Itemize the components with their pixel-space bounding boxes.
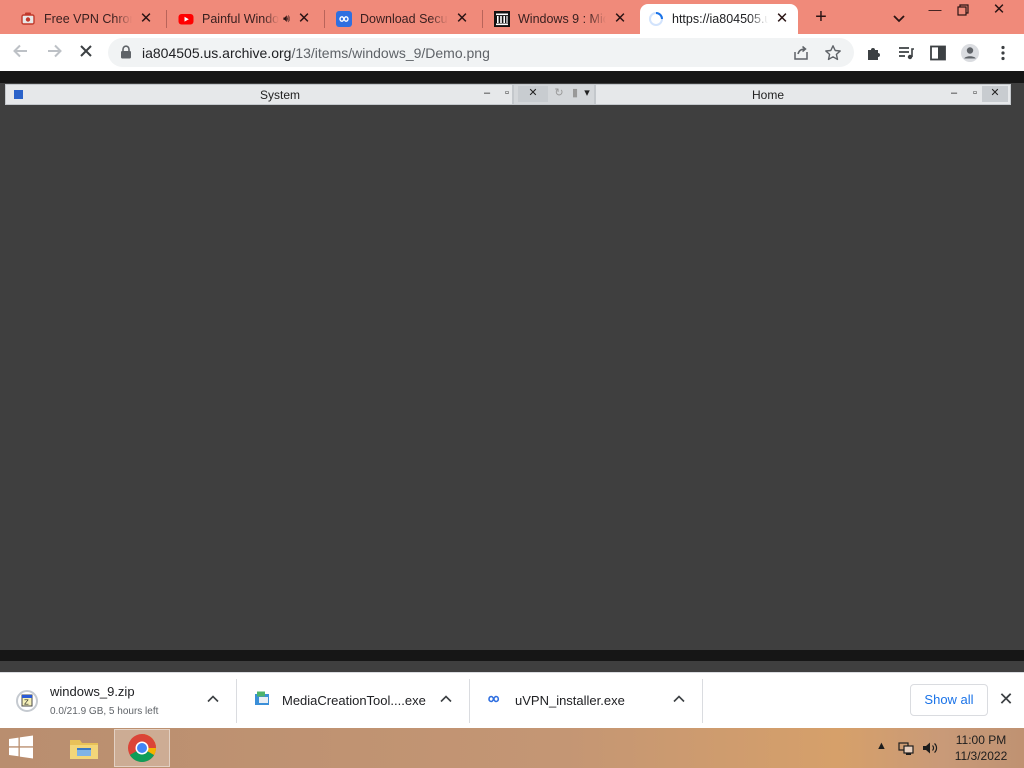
share-icon[interactable] [792,44,810,62]
address-bar[interactable]: ia804505.us.archive.org/13/items/windows… [108,38,854,67]
media-queue-icon[interactable] [896,43,916,63]
url-text[interactable]: ia804505.us.archive.org/13/items/windows… [142,45,490,61]
close-shelf-icon[interactable]: ✕ [996,689,1016,709]
close-window-button[interactable]: ✕ [982,0,1016,22]
close-tab-icon[interactable]: ✕ [296,11,312,27]
windows-taskbar: ▲ 11:00 PM 11/3/2022 [0,728,1024,768]
back-button[interactable] [9,41,33,65]
network-icon[interactable] [898,740,914,756]
new-tab-button[interactable]: + [810,7,832,29]
shelf-separator [702,679,703,723]
home-window-titlebar[interactable]: Home – ▫ ✕ [595,84,1011,105]
download-status: 0.0/21.9 GB, 5 hours left [50,706,159,717]
download-item-mediacreationtool[interactable]: MediaCreationTool....exe [254,679,460,723]
clock-time: 11:00 PM [955,733,1007,747]
tab-title: Windows 9 : Micr [518,12,606,26]
youtube-favicon-icon [178,11,194,27]
download-item-uvpn[interactable]: uVPN_installer.exe [486,679,692,723]
url-host: ia804505.us.archive.org [142,45,292,61]
tab-separator [166,10,167,28]
chevron-up-icon[interactable] [438,691,454,707]
infinity-icon [486,690,506,710]
stop-x-icon [80,45,92,57]
vpn-favicon-icon [20,11,36,27]
system-minimize-icon[interactable]: – [478,86,496,102]
system-close-icon[interactable]: ✕ [518,86,548,102]
shelf-separator [469,679,470,723]
side-panel-icon[interactable] [928,43,948,63]
tab-search-chevron-icon[interactable] [890,9,908,27]
system-window-close-area[interactable]: ✕ ↻ ▮ ▾ [513,84,595,105]
download-filename: uVPN_installer.exe [515,693,625,708]
chevron-up-icon[interactable] [671,691,687,707]
tab-strip: Free VPN Chrome ✕ Painful Windows 🔊︎ ✕ D… [0,0,1024,34]
tab-separator [324,10,325,28]
tab-painful-windows[interactable]: Painful Windows 🔊︎ ✕ [170,4,320,34]
home-minimize-icon[interactable]: – [945,86,963,102]
download-filename: MediaCreationTool....exe [282,693,426,708]
home-window-title: Home [752,88,785,102]
image-bottom-border [0,650,1024,661]
download-item-windows9[interactable]: Z windows_9.zip 0.0/21.9 GB, 5 hours lef… [16,679,226,723]
close-tab-icon[interactable]: ✕ [138,11,154,27]
archive-favicon-icon [494,11,510,27]
file-explorer-taskbar-button[interactable] [56,729,112,767]
folder-icon [70,740,98,759]
tab-title: Download Secure [360,12,448,26]
installer-icon [254,690,274,710]
chrome-taskbar-button[interactable] [114,729,170,767]
bookmark-star-icon[interactable] [824,44,842,62]
url-path: /13/items/windows_9/Demo.png [291,45,490,61]
forward-arrow-icon [48,44,62,58]
tab-title: Free VPN Chrome [44,12,132,26]
close-tab-icon[interactable]: ✕ [612,11,628,27]
chevron-up-icon[interactable] [205,691,221,707]
tab-windows-9[interactable]: Windows 9 : Micr ✕ [486,4,636,34]
clock-date: 11/3/2022 [954,749,1008,763]
close-tab-icon[interactable]: ✕ [454,11,470,27]
volume-speaker-icon[interactable] [921,740,939,756]
zip-icon: Z [16,690,38,712]
page-content[interactable]: System – ▫ ✕ ↻ ▮ ▾ Home – ▫ ✕ [0,71,1024,661]
home-close-icon[interactable]: ✕ [982,86,1008,102]
svg-text:Z: Z [24,699,29,707]
tab-separator [482,10,483,28]
speaker-icon[interactable]: 🔊︎ [283,13,290,26]
shelf-separator [236,679,237,723]
system-window-icon [14,90,23,99]
lock-icon[interactable] [120,45,132,59]
loading-spinner-icon [648,11,664,27]
infinity-favicon-icon [336,11,352,27]
profile-avatar-icon[interactable] [960,43,980,63]
system-window-titlebar[interactable]: System – ▫ [5,84,513,105]
show-hidden-icons-arrow-icon[interactable]: ▲ [876,740,887,756]
tab-title: Painful Windows [202,12,280,26]
restore-window-button[interactable] [946,0,980,22]
back-arrow-icon [13,44,27,58]
show-all-downloads-button[interactable]: Show all [910,684,988,716]
image-top-border [0,71,1024,83]
tab-title: https://ia804505.us [672,12,768,26]
system-window-title: System [260,88,301,102]
stop-loading-button[interactable] [74,41,98,65]
downloads-shelf: Z windows_9.zip 0.0/21.9 GB, 5 hours lef… [0,672,1024,728]
close-tab-icon[interactable]: ✕ [774,11,790,27]
kebab-menu-icon[interactable] [993,43,1013,63]
dropdown-arrow-icon[interactable]: ▾ [578,86,596,102]
chrome-icon [128,734,156,762]
forward-button[interactable] [42,41,66,65]
extensions-puzzle-icon[interactable] [864,43,884,63]
browser-toolbar: ia804505.us.archive.org/13/items/windows… [0,34,1024,71]
tab-free-vpn[interactable]: Free VPN Chrome ✕ [12,4,162,34]
taskbar-clock[interactable]: 11:00 PM 11/3/2022 [946,732,1016,764]
download-filename: windows_9.zip [50,684,135,699]
tab-download-secure[interactable]: Download Secure ✕ [328,4,478,34]
windows-start-icon[interactable] [6,734,42,762]
tab-archive-image[interactable]: https://ia804505.us ✕ [640,4,798,34]
